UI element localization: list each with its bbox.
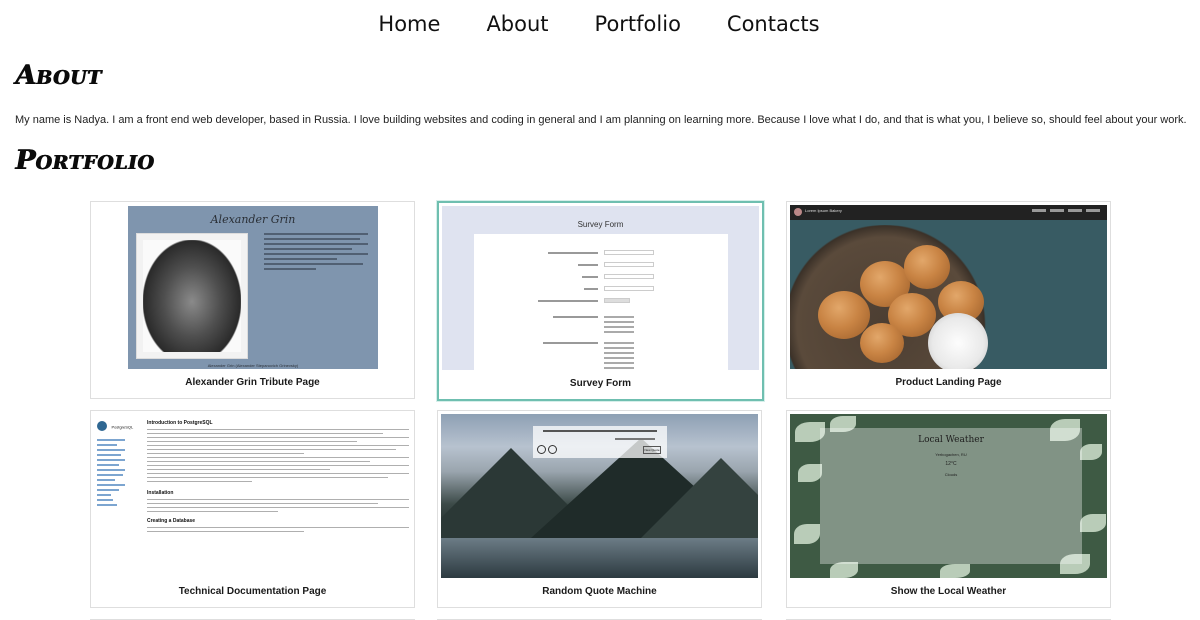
project-thumbnail: Alexander Grin Alexander Grin (Alexander… — [94, 205, 411, 369]
project-thumbnail: Survey Form — [442, 206, 759, 370]
new-quote-button: New Quote — [643, 446, 661, 454]
nav-contacts-link[interactable]: Contacts — [727, 10, 820, 40]
project-label: Product Landing Page — [895, 377, 1002, 388]
doc-heading: Creating a Database — [147, 518, 196, 524]
project-thumbnail: New Quote — [441, 414, 758, 578]
project-label: Technical Documentation Page — [178, 586, 327, 597]
weather-condition: Clouds — [944, 472, 958, 477]
nav-portfolio-link[interactable]: Portfolio — [595, 10, 681, 40]
doc-heading: Introduction to PostgreSQL — [147, 420, 213, 426]
survey-form-preview — [474, 234, 728, 370]
doc-main: Introduction to PostgreSQL Installation … — [147, 418, 409, 535]
project-thumbnail: Lorem Ipsum Bakery — [790, 205, 1107, 369]
thumb-nav-item — [1086, 209, 1100, 212]
about-heading: About — [12, 60, 105, 91]
project-card-landing[interactable]: Lorem Ipsum Bakery Product Landing Page — [786, 201, 1111, 399]
project-thumbnail: Local Weather Yerbogachen, RU 12°C Cloud… — [790, 414, 1107, 578]
thumb-title: Alexander Grin — [210, 213, 296, 226]
tumblr-share-icon — [548, 445, 557, 454]
project-card-tribute[interactable]: Alexander Grin Alexander Grin (Alexander… — [90, 201, 415, 399]
thumb-caption: Alexander Grin (Alexander Stepanovich Gr… — [207, 363, 299, 368]
quote-box: New Quote — [533, 426, 667, 458]
milk-bowl — [928, 313, 988, 369]
thumb-brand: Lorem Ipsum Bakery — [805, 208, 842, 213]
project-label: Survey Form — [569, 378, 632, 389]
main-nav: Home About Portfolio Contacts — [0, 10, 1200, 40]
project-card-techdoc[interactable]: PostgreSQL Introduction to PostgreSQL In… — [90, 410, 415, 608]
project-card-survey[interactable]: Survey Form Survey Form — [437, 201, 764, 401]
postgres-logo-icon — [97, 421, 107, 431]
project-label: Random Quote Machine — [542, 586, 657, 597]
portfolio-heading: Portfolio — [12, 145, 158, 176]
project-card-weather[interactable]: Local Weather Yerbogachen, RU 12°C Cloud… — [786, 410, 1111, 608]
thumb-text-lines — [264, 233, 368, 273]
thumb-nav-item — [1068, 209, 1082, 212]
portrait-image — [136, 233, 248, 359]
nav-about-link[interactable]: About — [486, 10, 548, 40]
weather-panel: Local Weather Yerbogachen, RU 12°C Cloud… — [820, 428, 1082, 564]
project-label: Show the Local Weather — [890, 586, 1007, 597]
project-thumbnail: PostgreSQL Introduction to PostgreSQL In… — [94, 414, 411, 578]
thumb-navbar: Lorem Ipsum Bakery — [790, 205, 1107, 220]
twitter-share-icon — [537, 445, 546, 454]
project-label: Alexander Grin Tribute Page — [185, 377, 320, 388]
thumb-title: Survey Form — [577, 220, 624, 229]
doc-heading: Installation — [147, 490, 174, 496]
nav-home-link[interactable]: Home — [378, 10, 440, 40]
thumb-nav-item — [1050, 209, 1064, 212]
weather-location: Yerbogachen, RU — [935, 452, 967, 457]
thumb-logo-text: PostgreSQL — [111, 424, 134, 430]
thumb-nav-item — [1032, 209, 1046, 212]
project-card-quote[interactable]: New Quote Random Quote Machine — [437, 410, 762, 608]
weather-title: Local Weather — [918, 435, 984, 445]
weather-temp: 12°C — [945, 461, 957, 467]
about-text: My name is Nadya. I am a front end web d… — [15, 114, 1187, 126]
doc-sidebar: PostgreSQL — [97, 418, 139, 509]
